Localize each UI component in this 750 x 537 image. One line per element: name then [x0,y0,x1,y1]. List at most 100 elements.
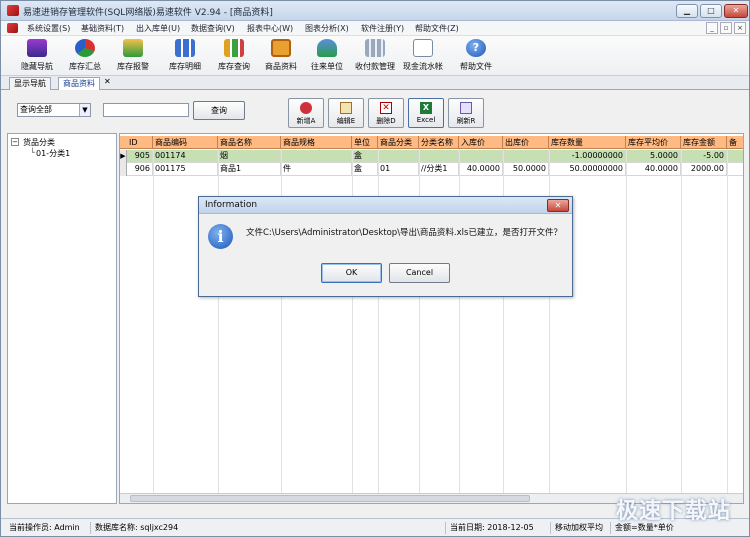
menu-query[interactable]: 数据查询(V) [191,23,235,34]
cell-spec [281,150,352,163]
col-in-price[interactable]: 入库价 [459,136,503,149]
edit-button[interactable]: 编辑E [328,98,364,128]
toolbar-label: 库存查询 [218,62,250,71]
col-out-price[interactable]: 出库价 [503,136,549,149]
delete-icon: ✕ [380,102,392,114]
toolbar-label: 库存明细 [169,62,201,71]
row-indicator-icon: ▶ [120,150,127,163]
cell-name: 商品1 [218,163,281,176]
cell-category [378,150,419,163]
product-box-icon [271,39,291,57]
toolbar-hide-nav[interactable]: 隐藏导航 [17,39,57,74]
delete-button[interactable]: ✕ 删除D [368,98,404,128]
col-stock-amount[interactable]: 库存金额 [681,136,727,149]
grid-line [153,149,154,499]
toolbar-product-info[interactable]: 商品资料 [261,39,301,74]
tree-connector: └ [30,148,35,157]
toolbar-stock-alarm[interactable]: 库存报警 [113,39,153,74]
grid-line [727,149,728,499]
toolbar-stock-query[interactable]: 库存查询 [213,39,255,74]
edit-label: 编辑E [336,117,356,125]
grid-header: ID 商品编码 商品名称 商品规格 单位 商品分类 分类名称 入库价 出库价 库… [120,136,743,149]
table-row[interactable]: 906 001175 商品1 件 盒 01 //分类1 40.0000 50.0… [120,163,743,176]
cell-stock-qty: 50.00000000 [549,163,626,176]
menu-basic[interactable]: 基础资料(T) [81,23,124,34]
add-button[interactable]: 新增A [288,98,324,128]
refresh-label: 刷新R [456,117,476,125]
tree-item-category1[interactable]: 01-分类1 [36,148,70,159]
col-category[interactable]: 商品分类 [378,136,419,149]
cell-unit: 盒 [352,163,378,176]
collapse-icon[interactable]: − [11,138,19,146]
info-dialog: Information ✕ i 文件C:\Users\Administrator… [198,196,573,297]
col-category-name[interactable]: 分类名称 [419,136,459,149]
status-database: 数据库名称: sqljxc294 [91,522,446,534]
ok-button[interactable]: OK [321,263,382,283]
refresh-button[interactable]: 刷新R [448,98,484,128]
menu-help[interactable]: 帮助文件(Z) [415,23,459,34]
scrollbar-thumb[interactable] [130,495,530,502]
cell-avg-price: 5.0000 [626,150,681,163]
toolbar-stock-detail[interactable]: 库存明细 [164,39,206,74]
mdi-minimize-button[interactable]: _ [706,22,718,34]
tab-product-info[interactable]: 商品资料 [58,77,100,90]
users-icon [317,39,337,57]
cell-stock-qty: -1.00000000 [549,150,626,163]
toolbar-stock-summary[interactable]: 库存汇总 [65,39,105,74]
cell-category-name [419,150,459,163]
status-date: 当前日期: 2018-12-05 [446,522,551,534]
tab-show-nav[interactable]: 显示导航 [9,77,51,90]
cancel-button[interactable]: Cancel [389,263,450,283]
dialog-close-button[interactable]: ✕ [547,199,569,212]
table-row[interactable]: ▶ 905 001174 烟 盒 -1.00000000 5.0000 -5.0… [120,150,743,163]
cell-stock-amount: 2000.00 [681,163,727,176]
menu-stock-doc[interactable]: 出入库单(U) [136,23,180,34]
tree-root[interactable]: 货品分类 [23,137,55,148]
menu-report[interactable]: 报表中心(W) [247,23,293,34]
toolbar: 隐藏导航 库存汇总 库存报警 库存明细 库存查询 商品资料 往来单位 收付款管理… [1,36,749,76]
cell-category: 01 [378,163,419,176]
grid-line [681,149,682,499]
col-unit[interactable]: 单位 [352,136,378,149]
query-button[interactable]: 查询 [193,101,245,120]
toolbar-label: 往来单位 [311,62,343,71]
dialog-title-bar: Information ✕ [199,197,572,214]
col-code[interactable]: 商品编码 [153,136,218,149]
cell-note [727,163,743,176]
toolbar-help[interactable]: ? 帮助文件 [456,39,496,74]
col-name[interactable]: 商品名称 [218,136,281,149]
close-button[interactable]: ✕ [724,4,748,18]
menu-chart[interactable]: 图表分析(X) [305,23,349,34]
dialog-message: 文件C:\Users\Administrator\Desktop\导出\商品资料… [246,228,562,238]
col-id[interactable]: ID [127,136,153,149]
toolbar-cash-journal[interactable]: 现金流水帐 [401,39,445,74]
menu-register[interactable]: 软件注册(Y) [361,23,404,34]
mdi-restore-button[interactable]: ▫ [720,22,732,34]
cell-avg-price: 40.0000 [626,163,681,176]
toolbar-partners[interactable]: 往来单位 [307,39,347,74]
col-note[interactable]: 备 [727,136,743,149]
excel-button[interactable]: X Excel [408,98,444,128]
toolbar-payments[interactable]: 收付款管理 [351,39,399,74]
query-scope-select[interactable]: 查询全部 ▼ [17,103,91,117]
query-input[interactable] [103,103,189,117]
cell-code: 001175 [153,163,218,176]
mdi-close-button[interactable]: × [734,22,746,34]
toolbar-label: 库存汇总 [69,62,101,71]
menu-system[interactable]: 系统设置(S) [27,23,70,34]
cell-category-name: //分类1 [419,163,459,176]
app-window: 易速进销存管理软件(SQL网络版)易速软件 V2.94 - [商品资料] ▁ □… [0,0,750,537]
tab-close-icon[interactable]: ✕ [104,77,111,86]
toolbar-label: 隐藏导航 [21,62,53,71]
cell-spec: 件 [281,163,352,176]
column-chart-icon [224,39,244,57]
maximize-button[interactable]: □ [700,4,722,18]
cell-unit: 盒 [352,150,378,163]
minimize-button[interactable]: ▁ [676,4,698,18]
chevron-down-icon[interactable]: ▼ [79,104,90,116]
toolbar-label: 库存报警 [117,62,149,71]
col-spec[interactable]: 商品规格 [281,136,352,149]
add-label: 新增A [296,117,316,125]
col-avg-price[interactable]: 库存平均价 [626,136,681,149]
col-stock-qty[interactable]: 库存数量 [549,136,626,149]
